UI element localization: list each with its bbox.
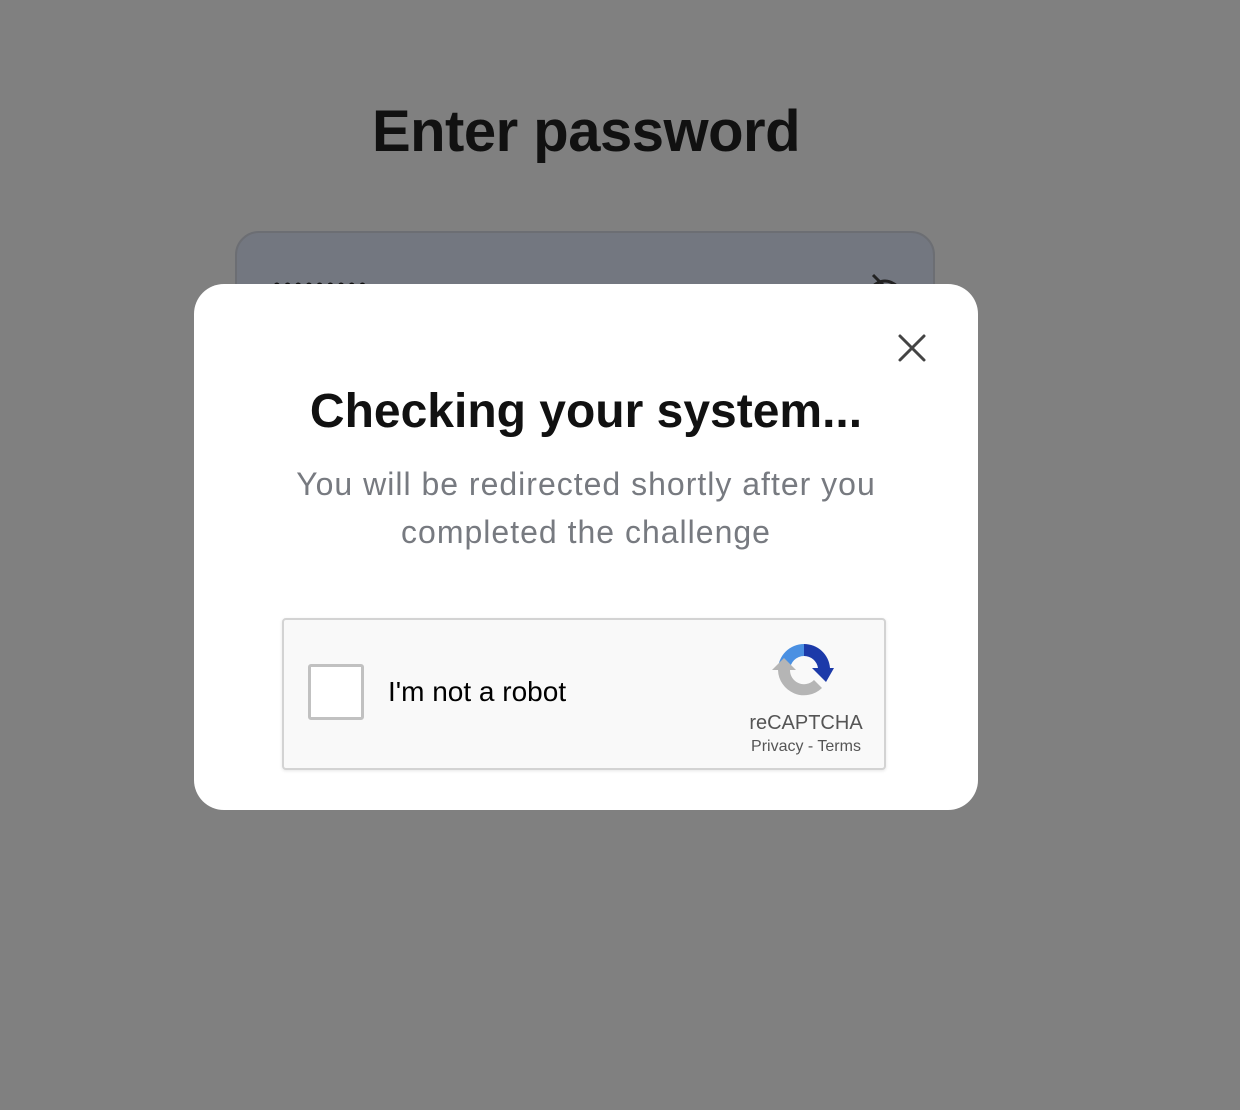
terms-link[interactable]: Terms bbox=[817, 738, 861, 755]
recaptcha-logo-icon bbox=[772, 638, 836, 707]
recaptcha-brand: reCAPTCHA bbox=[749, 712, 863, 734]
not-robot-checkbox[interactable] bbox=[308, 664, 364, 720]
link-separator: - bbox=[803, 738, 818, 755]
close-icon[interactable] bbox=[896, 332, 928, 364]
modal-title: Checking your system... bbox=[309, 385, 863, 438]
captcha-modal: Checking your system... You will be redi… bbox=[194, 284, 978, 810]
not-robot-label: I'm not a robot bbox=[388, 676, 567, 707]
modal-subtitle: You will be redirected shortly after you… bbox=[296, 466, 876, 550]
recaptcha-widget: I'm not a robot reCAPTCHA Privacy - Term… bbox=[282, 618, 886, 770]
page-title: Enter password bbox=[371, 99, 801, 164]
privacy-link[interactable]: Privacy bbox=[751, 738, 803, 755]
